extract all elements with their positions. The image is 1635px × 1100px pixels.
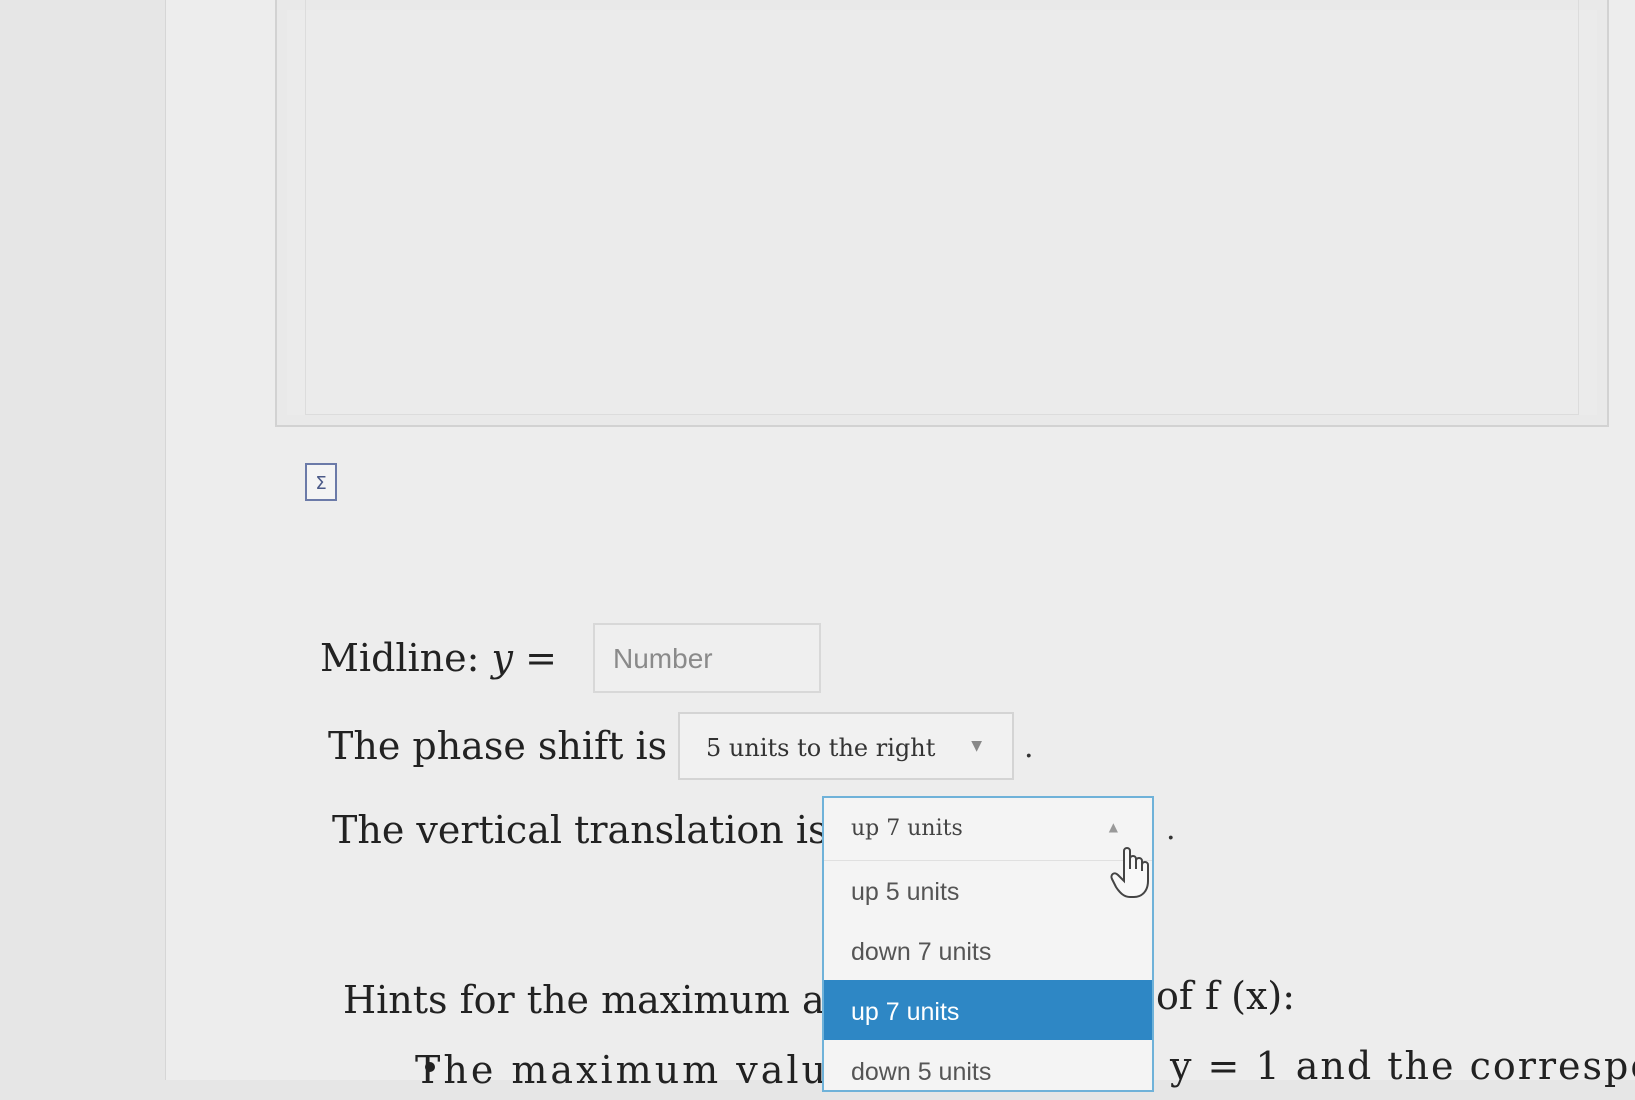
graph-frame (305, 0, 1579, 415)
graph-area[interactable] (275, 0, 1609, 427)
vertical-translation-select[interactable]: up 7 units ▲ (824, 798, 1152, 861)
vertical-translation-selected-value: up 7 units (851, 816, 963, 841)
dropdown-option[interactable]: down 7 units (824, 920, 1152, 980)
midline-number-input[interactable]: Number (593, 623, 821, 693)
phase-shift-selected-value: 5 units to the right (706, 734, 936, 762)
hints-text: Hints for the maximum an (343, 978, 850, 1022)
math-editor-icon[interactable]: Σ (305, 463, 337, 501)
vertical-translation-period: . (1166, 812, 1176, 847)
midline-label: Midline: y = (320, 636, 557, 680)
phase-shift-select[interactable]: 5 units to the right ▼ (678, 712, 1014, 780)
vertical-translation-label: The vertical translation is (332, 808, 828, 852)
dropdown-option-highlighted[interactable]: up 7 units (824, 980, 1152, 1040)
midline-equals: = (513, 636, 557, 680)
hints-text-end-value: of f (x): (1156, 974, 1296, 1018)
phase-shift-period: . (1024, 730, 1034, 765)
dropdown-option[interactable]: down 5 units (824, 1040, 1152, 1100)
dropdown-option[interactable]: up 5 units (824, 860, 1152, 920)
midline-text: Midline: (320, 636, 492, 680)
phase-shift-label: The phase shift is (328, 724, 668, 768)
chevron-up-icon: ▲ (1108, 820, 1118, 834)
vertical-translation-dropdown[interactable]: up 7 units ▲ up 5 units down 7 units up … (822, 796, 1154, 1092)
hand-pointer-icon (1110, 847, 1149, 898)
bullet-text: The maximum value (415, 1048, 855, 1092)
chevron-down-icon: ▼ (971, 738, 982, 754)
hints-text-end: of f (x): (1156, 974, 1295, 1018)
bullet-text-end: y = 1 and the correspon (1170, 1044, 1635, 1088)
midline-variable: y (491, 636, 514, 680)
